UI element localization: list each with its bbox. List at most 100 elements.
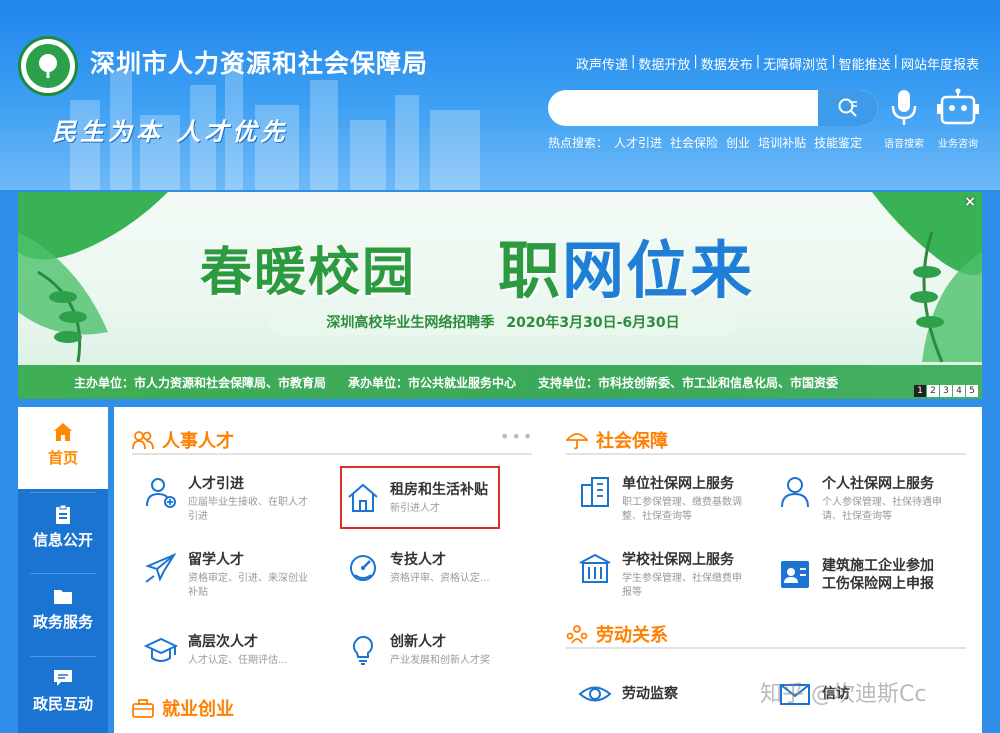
banner-title-char: 位: [626, 234, 691, 307]
pager-dot[interactable]: 4: [953, 385, 965, 397]
watermark: 知乎 @坎迪斯Cc: [760, 682, 927, 707]
robot-icon: [937, 88, 979, 125]
section-social-security-heading[interactable]: 社会保障: [566, 427, 668, 453]
graduation-cap-icon: [144, 637, 178, 662]
house-icon: [348, 483, 378, 512]
site-header: 深圳市人力资源和社会保障局 民生为本 人才优先 政声传递 | 数据开放 | 数据发布…: [0, 0, 1000, 190]
slogan: 民生为本 人才优先: [52, 117, 289, 146]
service-title: 创新人才: [390, 634, 446, 650]
divider: [132, 453, 532, 455]
section-title: 社会保障: [596, 431, 668, 452]
search-box: [548, 90, 878, 126]
banner-title-char: 网: [562, 234, 627, 307]
voice-search-label: 语音搜索: [884, 139, 924, 150]
bureau-logo[interactable]: [18, 36, 78, 96]
site-title[interactable]: 深圳市人力资源和社会保障局: [90, 44, 428, 80]
link-data-release[interactable]: 数据发布: [698, 54, 756, 73]
id-card-icon: [781, 561, 809, 588]
service-desc: 资格审定、引进、来深创业补贴: [188, 573, 308, 598]
search-input[interactable]: [548, 90, 818, 126]
hot-keyword[interactable]: 社会保险: [668, 134, 720, 151]
section-talent-heading[interactable]: 人事人才: [132, 427, 234, 453]
umbrella-icon: [566, 433, 588, 450]
service-title: 建筑施工企业参加: [822, 558, 934, 574]
service-personal-social-insurance[interactable]: 个人社保网上服务 个人参保管理、社保待遇申请、社保查询等: [778, 475, 948, 524]
service-title: 专技人才: [390, 552, 446, 568]
service-rent-subsidy[interactable]: 租房和生活补贴 新引进人才: [346, 481, 516, 516]
building-icon: [581, 477, 609, 507]
lightbulb-icon: [352, 635, 374, 665]
pager-dot[interactable]: 5: [966, 385, 978, 397]
section-employment-heading[interactable]: 就业创业: [132, 695, 234, 721]
nav-info-disclosure[interactable]: 信息公开: [18, 503, 108, 573]
more-icon[interactable]: •••: [500, 427, 534, 446]
service-talent-introduction[interactable]: 人才引进 应届毕业生接收、在职人才引进: [144, 475, 314, 524]
link-annual-report[interactable]: 网站年度报表: [898, 54, 982, 73]
service-innovation-talent[interactable]: 创新人才 产业发展和创新人才奖: [346, 633, 516, 668]
chat-icon: [54, 670, 72, 686]
nav-label: 首页: [47, 449, 78, 467]
link-open-data[interactable]: 数据开放: [635, 54, 693, 73]
service-labor-inspection[interactable]: 劳动监察: [578, 677, 678, 711]
people-group-icon: [566, 625, 588, 644]
service-unit-social-insurance[interactable]: 单位社保网上服务 职工参保管理、缴费基数调整、社保查询等: [578, 475, 748, 524]
hot-search-label: 热点搜索：: [548, 136, 609, 150]
pager-dot[interactable]: 3: [940, 385, 952, 397]
business-consult-button[interactable]: 业务咨询: [928, 88, 988, 150]
hot-keyword[interactable]: 人才引进: [612, 134, 664, 151]
add-user-icon: [146, 478, 176, 508]
service-title: 高层次人才: [188, 634, 258, 650]
service-title: 租房和生活补贴: [390, 482, 488, 498]
service-desc: 应届毕业生接收、在职人才引进: [188, 497, 308, 522]
service-title: 人才引进: [188, 476, 244, 492]
voice-search-button[interactable]: 语音搜索: [874, 88, 934, 150]
business-consult-label: 业务咨询: [938, 139, 978, 150]
banner-title-char: 来: [690, 234, 755, 307]
service-title: 劳动监察: [622, 686, 678, 702]
service-construction-injury-insurance[interactable]: 建筑施工企业参加 工伤保险网上申报: [778, 557, 934, 593]
nav-interaction[interactable]: 政民互动: [18, 667, 108, 733]
pager-dot[interactable]: 2: [927, 385, 939, 397]
service-desc: 个人参保管理、社保待遇申请、社保查询等: [822, 497, 942, 522]
service-desc: 新引进人才: [390, 503, 440, 514]
top-links: 政声传递 | 数据开放 | 数据发布 | 无障碍浏览 | 智能推送 | 网站年度报表: [573, 54, 982, 73]
service-title: 单位社保网上服务: [622, 476, 734, 492]
promo-banner[interactable]: 春暖校园 职网位来 深圳高校毕业生网络招聘季 2020年3月30日-6月30日 …: [18, 192, 982, 399]
section-title: 人事人才: [162, 431, 234, 452]
divider: [30, 492, 96, 493]
banner-date: 2020年3月30日-6月30日: [506, 315, 680, 331]
banner-organizers-bar: 主办单位：市人力资源和社会保障局、市教育局 承办单位：市公共就业服务中心 支持单…: [18, 365, 982, 399]
hot-keyword[interactable]: 培训补贴: [756, 134, 808, 151]
hot-search: 热点搜索： 人才引进 社会保险 创业 培训补贴 技能鉴定: [548, 134, 864, 151]
school-icon: [579, 553, 611, 583]
pager-dot[interactable]: 1: [914, 385, 926, 397]
link-zhengsheng[interactable]: 政声传递: [573, 54, 631, 73]
banner-organizers: 主办单位：市人力资源和社会保障局、市教育局: [74, 375, 327, 390]
service-high-level-talent[interactable]: 高层次人才 人才认定、任期评估...: [144, 633, 314, 668]
service-title: 留学人才: [188, 552, 244, 568]
link-accessibility[interactable]: 无障碍浏览: [760, 54, 831, 73]
gauge-icon: [350, 555, 376, 581]
banner-subtitle-bar: 深圳高校毕业生网络招聘季 2020年3月30日-6月30日: [268, 309, 738, 335]
section-title: 就业创业: [162, 699, 234, 720]
section-labor-relations-heading[interactable]: 劳动关系: [566, 621, 668, 647]
hot-keyword[interactable]: 创业: [724, 134, 752, 151]
folder-icon: [54, 590, 72, 604]
divider: [566, 453, 966, 455]
user-icon: [781, 477, 809, 508]
link-smart-push[interactable]: 智能推送: [836, 54, 894, 73]
nav-gov-services[interactable]: 政务服务: [18, 585, 108, 655]
clipboard-icon: [56, 504, 70, 524]
service-desc: 资格评审、资格认定...: [390, 573, 490, 584]
service-professional-talent[interactable]: 专技人才 资格评审、资格认定...: [346, 551, 516, 586]
nav-home[interactable]: 首页: [18, 407, 108, 489]
service-school-social-insurance[interactable]: 学校社保网上服务 学生参保管理、社保缴费申报等: [578, 551, 748, 600]
side-nav: 首页 信息公开 政务服务 政民互动: [18, 407, 108, 733]
service-overseas-talent[interactable]: 留学人才 资格审定、引进、来深创业补贴: [144, 551, 314, 600]
briefcase-icon: [132, 699, 154, 718]
hot-keyword[interactable]: 技能鉴定: [812, 134, 864, 151]
search-button[interactable]: [818, 90, 878, 126]
service-desc: 人才认定、任期评估...: [188, 655, 288, 666]
close-icon[interactable]: ×: [964, 194, 976, 210]
service-desc: 产业发展和创新人才奖: [390, 655, 490, 666]
